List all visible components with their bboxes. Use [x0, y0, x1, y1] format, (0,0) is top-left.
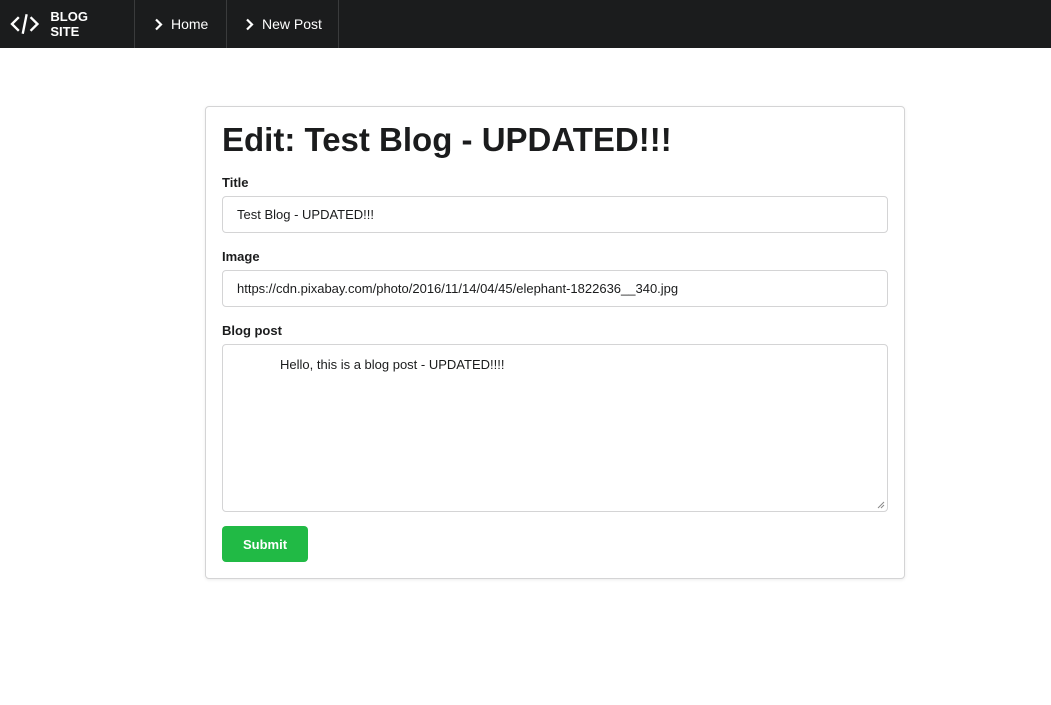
resize-handle-icon[interactable] [877, 501, 885, 509]
chevron-right-icon [246, 18, 254, 30]
top-nav-bar: BLOG SITE Home New Post [0, 0, 1051, 48]
nav-item-home[interactable]: Home [135, 0, 227, 48]
page-title: Edit: Test Blog - UPDATED!!! [222, 121, 672, 158]
edit-post-form: Edit: Test Blog - UPDATED!!! Title Test … [205, 106, 905, 579]
code-icon [10, 13, 40, 35]
title-input[interactable]: Test Blog - UPDATED!!! [222, 196, 888, 233]
brand-link[interactable]: BLOG SITE [0, 0, 135, 48]
brand-label: BLOG SITE [50, 9, 88, 39]
submit-button[interactable]: Submit [222, 526, 308, 562]
nav-item-new-post[interactable]: New Post [227, 0, 339, 48]
chevron-right-icon [155, 18, 163, 30]
image-url-input[interactable]: https://cdn.pixabay.com/photo/2016/11/14… [222, 270, 888, 307]
nav-item-label: Home [171, 16, 209, 32]
blog-post-text: Hello, this is a blog post - UPDATED!!!! [280, 357, 505, 372]
blog-post-label: Blog post [222, 323, 282, 338]
nav-item-label: New Post [262, 16, 322, 32]
image-label: Image [222, 249, 260, 264]
title-label: Title [222, 175, 249, 190]
blog-post-textarea[interactable]: Hello, this is a blog post - UPDATED!!!! [222, 344, 888, 512]
